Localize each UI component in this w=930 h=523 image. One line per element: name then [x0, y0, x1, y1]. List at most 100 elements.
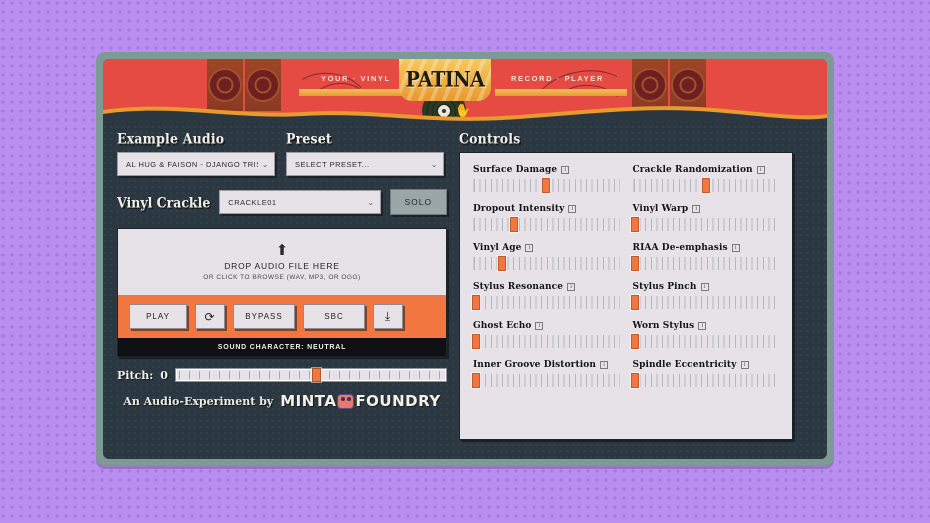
control-header: Dropout Intensity i [473, 204, 620, 214]
control-worn-stylus: Worn Stylus i [631, 321, 780, 349]
control-slider[interactable] [473, 256, 620, 271]
pitch-slider[interactable] [174, 368, 447, 382]
banner-wave-edge [103, 106, 827, 121]
control-slider[interactable] [631, 256, 779, 271]
controls-title: Controls [459, 130, 521, 148]
control-slider[interactable] [631, 334, 779, 349]
control-header: RIAA De-emphasis i [633, 243, 780, 253]
control-slider-thumb[interactable] [701, 178, 710, 193]
control-slider[interactable] [471, 295, 620, 310]
info-icon[interactable]: i [561, 166, 570, 174]
footer-text: An Audio-Experiment by [123, 394, 274, 408]
control-header: Worn Stylus i [633, 321, 780, 331]
info-icon[interactable]: i [740, 361, 749, 369]
info-icon[interactable]: i [700, 283, 709, 291]
control-header: Stylus Resonance i [473, 282, 620, 292]
header-tagline-right: RECORD · PLAYER [511, 74, 604, 83]
left-column: Example Audio AL HUG & FAISON - DJANGO T… [117, 130, 447, 440]
source-selectors-row: Example Audio AL HUG & FAISON - DJANGO T… [117, 130, 447, 176]
pitch-value: 0 [160, 368, 168, 382]
control-header: Vinyl Warp i [633, 204, 780, 214]
control-slider[interactable] [631, 373, 779, 388]
info-icon[interactable]: i [756, 166, 765, 174]
control-slider-thumb[interactable] [471, 334, 480, 349]
example-audio-value: AL HUG & FAISON - DJANGO TRISTE [126, 159, 258, 169]
preset-title: Preset [286, 130, 332, 148]
preset-select[interactable]: SELECT PRESET... ⌄ [286, 152, 444, 176]
info-icon[interactable]: i [568, 205, 577, 213]
control-slider-thumb[interactable] [471, 295, 480, 310]
chevron-down-icon: ⌄ [430, 159, 438, 169]
control-slider-thumb[interactable] [631, 217, 640, 232]
brand-name-first: MINTA [280, 392, 337, 410]
control-slider[interactable] [473, 217, 620, 232]
control-slider-thumb[interactable] [542, 178, 551, 193]
control-slider[interactable] [471, 334, 620, 349]
download-icon[interactable]: ⤓ [373, 304, 403, 329]
control-slider-thumb[interactable] [631, 334, 640, 349]
control-vinyl-warp: Vinyl Warp i [631, 204, 780, 232]
control-slider[interactable] [631, 217, 779, 232]
control-header: Ghost Echo i [473, 321, 620, 331]
pitch-slider-ticks [178, 371, 443, 379]
dropzone-title: DROP AUDIO FILE HERE [224, 261, 340, 271]
pitch-label: Pitch: [117, 368, 154, 382]
control-inner-groove-distortion: Inner Groove Distortion i [471, 359, 620, 388]
sbc-button[interactable]: SBC [303, 304, 365, 329]
control-label: Worn Stylus [632, 320, 695, 332]
bypass-button[interactable]: BYPASS [233, 304, 295, 329]
control-slider-thumb[interactable] [631, 373, 640, 388]
control-crackle-randomization: Crackle Randomization i [632, 165, 780, 193]
control-header: Vinyl Age i [473, 243, 620, 253]
control-slider-thumb[interactable] [631, 256, 640, 271]
control-label: Stylus Pinch [632, 281, 697, 293]
control-slider[interactable] [473, 178, 620, 193]
control-label: Vinyl Warp [632, 203, 689, 215]
chevron-down-icon: ⌄ [367, 197, 375, 207]
info-icon[interactable]: i [525, 244, 534, 252]
control-label: Stylus Resonance [473, 281, 564, 293]
control-header: Stylus Pinch i [633, 282, 780, 292]
header-banner: YOUR · VINYL RECORD · PLAYER ✋ PATINA [103, 59, 827, 121]
control-slider-thumb[interactable] [498, 256, 507, 271]
control-label: Spindle Eccentricity [632, 359, 737, 371]
loop-icon[interactable]: ⟳ [195, 304, 225, 329]
pitch-control: Pitch: 0 [117, 368, 447, 382]
controls-panel: Surface Damage i Crackle Randomization i Dro… [459, 152, 793, 440]
vinyl-crackle-row: Vinyl Crackle CRACKLE01 ⌄ SOLO [117, 189, 447, 215]
audio-dropzone[interactable]: ⬆ DROP AUDIO FILE HERE OR CLICK TO BROWS… [118, 229, 446, 295]
dropzone-subtitle: OR CLICK TO BROWSE (WAV, MP3, OR OGG) [203, 274, 361, 281]
control-slider-thumb[interactable] [510, 217, 519, 232]
vinyl-crackle-select[interactable]: CRACKLE01 ⌄ [219, 190, 381, 214]
control-dropout-intensity: Dropout Intensity i [473, 204, 620, 232]
control-slider-thumb[interactable] [631, 295, 640, 310]
control-label: RIAA De-emphasis [632, 242, 728, 254]
info-icon[interactable]: i [731, 244, 740, 252]
transport-controls: PLAY ⟳ BYPASS SBC ⤓ [118, 295, 446, 338]
control-header: Crackle Randomization i [633, 165, 780, 175]
control-slider[interactable] [632, 178, 779, 193]
info-icon[interactable]: i [600, 361, 609, 369]
info-icon[interactable]: i [692, 205, 701, 213]
main-content: Example Audio AL HUG & FAISON - DJANGO T… [103, 121, 827, 440]
control-header: Surface Damage i [473, 165, 620, 175]
control-slider[interactable] [631, 295, 779, 310]
vinyl-crackle-value: CRACKLE01 [228, 197, 277, 207]
info-icon[interactable]: i [567, 283, 576, 291]
info-icon[interactable]: i [698, 322, 707, 330]
control-label: Inner Groove Distortion [473, 359, 597, 371]
control-riaa-de-emphasis: RIAA De-emphasis i [631, 243, 780, 271]
info-icon[interactable]: i [535, 322, 544, 330]
control-label: Vinyl Age [473, 242, 522, 254]
pitch-slider-thumb[interactable] [312, 368, 322, 382]
control-slider[interactable] [471, 373, 620, 388]
control-label: Ghost Echo [473, 320, 532, 332]
solo-button[interactable]: SOLO [389, 189, 447, 215]
example-audio-select[interactable]: AL HUG & FAISON - DJANGO TRISTE ⌄ [117, 152, 275, 176]
brand-logo[interactable]: MINTA FOUNDRY [280, 392, 441, 410]
app-logo-text: PATINA [405, 67, 485, 93]
control-slider-thumb[interactable] [471, 373, 480, 388]
control-spindle-eccentricity: Spindle Eccentricity i [631, 359, 779, 388]
play-button[interactable]: PLAY [129, 304, 187, 329]
control-label: Crackle Randomization [632, 164, 753, 176]
